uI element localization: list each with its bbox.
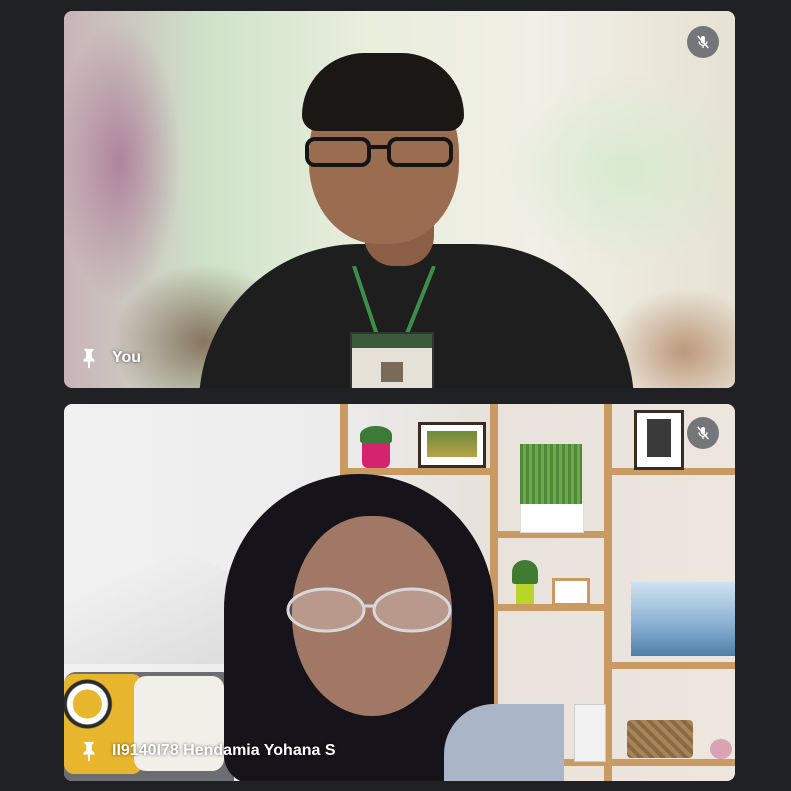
participant-name: You <box>112 349 142 366</box>
video-feed-self <box>64 11 735 388</box>
participant-name-bar: You <box>78 346 141 370</box>
participant-name-bar: II9140I78 Hendamia Yohana S <box>78 739 336 763</box>
video-tile-participant[interactable]: II9140I78 Hendamia Yohana S <box>64 404 735 781</box>
video-tile-self[interactable]: You <box>64 11 735 388</box>
pin-icon[interactable] <box>78 346 100 370</box>
video-feed-participant <box>64 404 735 781</box>
mic-off-icon <box>687 26 719 58</box>
pin-icon[interactable] <box>78 739 100 763</box>
mic-off-icon <box>687 417 719 449</box>
participant-name: II9140I78 Hendamia Yohana S <box>112 742 336 759</box>
